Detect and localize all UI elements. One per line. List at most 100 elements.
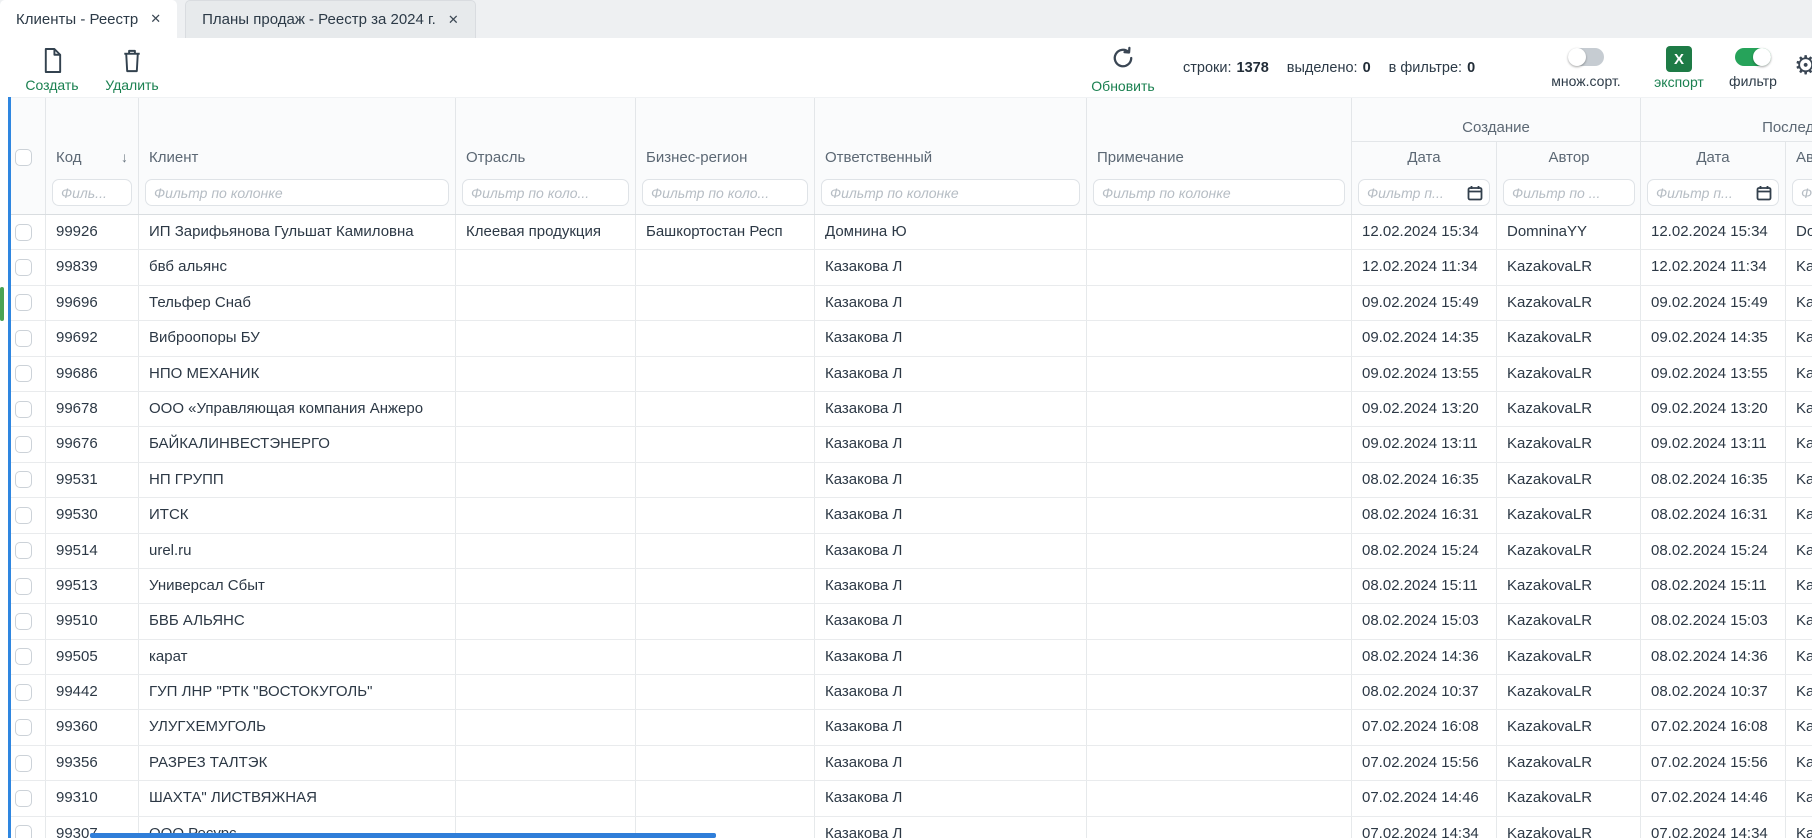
cell-region <box>636 781 815 815</box>
table-row[interactable]: 99686НПО МЕХАНИККазакова Л09.02.2024 13:… <box>11 357 1812 392</box>
cell-client: РАЗРЕЗ ТАЛТЭК <box>139 746 456 780</box>
cell-modified_author: KazakovaLR <box>1786 710 1812 744</box>
row-checkbox[interactable] <box>15 755 32 772</box>
cell-created_author: KazakovaLR <box>1497 640 1641 674</box>
table-row[interactable]: 99531НП ГРУППКазакова Л08.02.2024 16:35K… <box>11 463 1812 498</box>
column-header-note[interactable]: Примечание <box>1097 149 1184 166</box>
row-checkbox-cell <box>11 604 46 638</box>
table-row[interactable]: 99676БАЙКАЛИНВЕСТЭНЕРГОКазакова Л09.02.2… <box>11 427 1812 462</box>
table-row[interactable]: 99310ШАХТА" ЛИСТВЯЖНАЯКазакова Л07.02.20… <box>11 781 1812 816</box>
row-checkbox[interactable] <box>15 648 32 665</box>
filter-input-client[interactable] <box>145 179 449 206</box>
multi-sort-toggle[interactable] <box>1568 48 1604 66</box>
filter-input-note[interactable] <box>1093 179 1345 206</box>
delete-button[interactable]: Удалить <box>100 45 164 93</box>
table-row[interactable]: 99360УЛУГХЕМУГОЛЬКазакова Л07.02.2024 16… <box>11 710 1812 745</box>
row-checkbox[interactable] <box>15 294 32 311</box>
close-icon[interactable]: ✕ <box>150 11 161 27</box>
table-row[interactable]: 99926ИП Зарифьянова Гульшат КамиловнаКле… <box>11 215 1812 250</box>
cell-region <box>636 746 815 780</box>
table-row[interactable]: 99356РАЗРЕЗ ТАЛТЭККазакова Л07.02.2024 1… <box>11 746 1812 781</box>
table-row[interactable]: 99442ГУП ЛНР "РТК "ВОСТОКУГОЛЬ"Казакова … <box>11 675 1812 710</box>
cell-region <box>636 357 815 391</box>
filter-input-modified-author[interactable] <box>1792 179 1812 206</box>
table-row[interactable]: 99514urel.ruКазакова Л08.02.2024 15:24Ka… <box>11 534 1812 569</box>
cell-code: 99510 <box>46 604 139 638</box>
cell-created_date: 12.02.2024 15:34 <box>1352 215 1497 249</box>
gear-icon[interactable]: ⚙ <box>1794 50 1812 81</box>
column-header-created-date[interactable]: Дата <box>1407 149 1440 166</box>
row-checkbox-cell <box>11 215 46 249</box>
cell-industry <box>456 250 636 284</box>
cell-region <box>636 427 815 461</box>
cell-responsible: Казакова Л <box>815 392 1087 426</box>
cell-region <box>636 498 815 532</box>
row-checkbox[interactable] <box>15 684 32 701</box>
table-row[interactable]: 99513Универсал СбытКазакова Л08.02.2024 … <box>11 569 1812 604</box>
calendar-icon[interactable] <box>1467 185 1483 206</box>
row-checkbox[interactable] <box>15 401 32 418</box>
table-row[interactable]: 99839бвб альянсКазакова Л12.02.2024 11:3… <box>11 250 1812 285</box>
row-checkbox[interactable] <box>15 365 32 382</box>
refresh-button[interactable]: Обновить <box>1088 45 1158 94</box>
cell-modified_author: KazakovaLR <box>1786 321 1812 355</box>
row-checkbox[interactable] <box>15 613 32 630</box>
cell-industry <box>456 498 636 532</box>
column-header-modified-date[interactable]: Дата <box>1696 149 1729 166</box>
column-header-modified-author[interactable]: Автор <box>1796 149 1812 166</box>
row-checkbox[interactable] <box>15 436 32 453</box>
row-checkbox[interactable] <box>15 507 32 524</box>
trash-icon <box>121 45 143 75</box>
row-checkbox[interactable] <box>15 259 32 276</box>
cell-responsible: Казакова Л <box>815 427 1087 461</box>
horizontal-scrollbar-thumb[interactable] <box>90 833 716 838</box>
filter-toggle[interactable] <box>1735 48 1771 66</box>
table-row[interactable]: 99530ИТСККазакова Л08.02.2024 16:31Kazak… <box>11 498 1812 533</box>
close-icon[interactable]: ✕ <box>448 12 459 28</box>
table-row[interactable]: 99678ООО «Управляющая компания АнжероКаз… <box>11 392 1812 427</box>
select-all-checkbox[interactable] <box>15 149 32 166</box>
cell-note <box>1087 463 1352 497</box>
filter-input-created-author[interactable] <box>1503 179 1635 206</box>
row-checkbox[interactable] <box>15 471 32 488</box>
calendar-icon[interactable] <box>1756 185 1772 206</box>
column-responsible: Ответственный <box>815 98 1087 214</box>
table-header: Код ↓ Клиент Отрасль Бизнес-регион <box>11 97 1812 215</box>
column-header-region[interactable]: Бизнес-регион <box>646 149 747 166</box>
column-header-code[interactable]: Код <box>56 149 82 166</box>
row-checkbox[interactable] <box>15 224 32 241</box>
multi-sort-toggle-group: множ.сорт. <box>1543 48 1629 89</box>
column-header-responsible[interactable]: Ответственный <box>825 149 932 166</box>
sort-desc-icon[interactable]: ↓ <box>121 149 128 165</box>
filter-input-code[interactable] <box>52 179 132 206</box>
column-header-created-author[interactable]: Автор <box>1548 149 1589 166</box>
table-row[interactable]: 99510БВБ АЛЬЯНСКазакова Л08.02.2024 15:0… <box>11 604 1812 639</box>
vertical-scrollbar-thumb[interactable] <box>0 287 4 321</box>
row-checkbox[interactable] <box>15 578 32 595</box>
tab-sales-plans[interactable]: Планы продаж - Реестр за 2024 г. ✕ <box>185 0 476 38</box>
row-checkbox[interactable] <box>15 330 32 347</box>
row-checkbox-cell <box>11 498 46 532</box>
row-checkbox[interactable] <box>15 825 32 838</box>
create-button[interactable]: Создать <box>20 45 84 93</box>
tab-clients[interactable]: Клиенты - Реестр ✕ <box>0 0 177 38</box>
table-row[interactable]: 99692Виброопоры БУКазакова Л09.02.2024 1… <box>11 321 1812 356</box>
cell-responsible: Казакова Л <box>815 357 1087 391</box>
column-header-client[interactable]: Клиент <box>149 149 198 166</box>
cell-client: УЛУГХЕМУГОЛЬ <box>139 710 456 744</box>
row-checkbox[interactable] <box>15 719 32 736</box>
row-checkbox[interactable] <box>15 790 32 807</box>
table-row[interactable]: 99696Тельфер СнабКазакова Л09.02.2024 15… <box>11 286 1812 321</box>
export-button[interactable]: X экспорт <box>1650 46 1708 90</box>
row-checkbox[interactable] <box>15 542 32 559</box>
cell-note <box>1087 817 1352 838</box>
filter-input-industry[interactable] <box>462 179 629 206</box>
filter-input-region[interactable] <box>642 179 808 206</box>
column-header-industry[interactable]: Отрасль <box>466 149 525 166</box>
cell-modified_author: KazakovaLR <box>1786 534 1812 568</box>
column-code: Код ↓ <box>46 98 139 214</box>
cell-responsible: Казакова Л <box>815 286 1087 320</box>
filter-input-responsible[interactable] <box>821 179 1080 206</box>
cell-created_author: KazakovaLR <box>1497 250 1641 284</box>
table-row[interactable]: 99505каратКазакова Л08.02.2024 14:36Kaza… <box>11 640 1812 675</box>
